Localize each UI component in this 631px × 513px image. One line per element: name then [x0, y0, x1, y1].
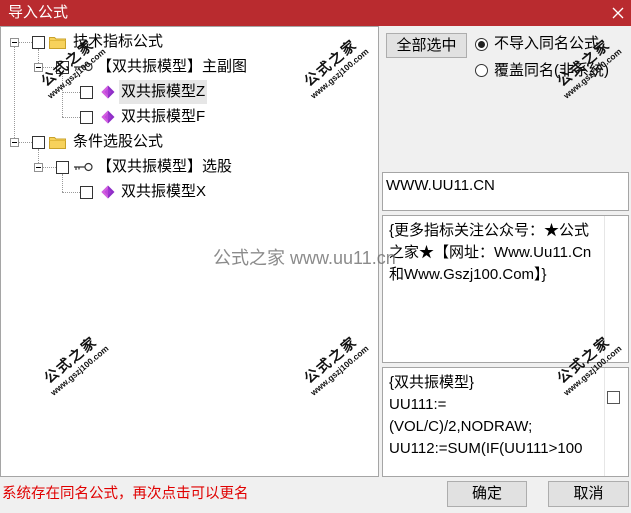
skip-duplicate-radio-label[interactable]: 不导入同名公式: [494, 34, 599, 54]
source-line: {双共振模型}: [389, 374, 475, 391]
collapse-toggle-icon[interactable]: [10, 38, 19, 47]
overwrite-duplicate-radio[interactable]: [475, 64, 488, 77]
collapse-toggle-icon[interactable]: [34, 163, 43, 172]
tree-node-checkbox[interactable]: [80, 111, 93, 124]
folder-icon: [49, 35, 66, 49]
source-text: {双共振模型} UU111:= (VOL/C)/2,NODRAW; UU112:…: [389, 372, 582, 460]
description-line: 和Www.Gszj100.Com】}: [389, 266, 547, 283]
tree-node-checkbox[interactable]: [32, 136, 45, 149]
tree-node-dual-resonance-main-sub-chart[interactable]: 【双共振模型】主副图: [1, 55, 376, 79]
tree-node-label[interactable]: 技术指标公式: [71, 30, 165, 54]
description-scrollbar[interactable]: [604, 216, 628, 362]
diamond-icon: [101, 110, 115, 124]
close-icon[interactable]: [611, 6, 625, 20]
website-field[interactable]: WWW.UU11.CN: [382, 172, 629, 211]
status-message: 系统存在同名公式，再次点击可以更名: [2, 486, 249, 502]
tree-node-label[interactable]: 【双共振模型】选股: [95, 155, 234, 179]
tree-node-label[interactable]: 双共振模型F: [119, 105, 207, 129]
tree-node-checkbox[interactable]: [80, 186, 93, 199]
tree-node-checkbox[interactable]: [56, 161, 69, 174]
diamond-icon: [101, 185, 115, 199]
description-line: {更多指标关注公众号：★公式: [389, 222, 590, 239]
source-line: UU112:=SUM(IF(UU111>100: [389, 440, 583, 457]
source-scrollbar[interactable]: [604, 368, 628, 476]
tree-node-dual-resonance-z[interactable]: 双共振模型Z: [1, 80, 376, 104]
tree-node-dual-resonance-x[interactable]: 双共振模型X: [1, 180, 376, 204]
tree-node-condition-stock-selection-formulas[interactable]: 条件选股公式: [1, 130, 376, 154]
ok-button[interactable]: 确定: [447, 481, 527, 507]
overwrite-duplicate-radio-label[interactable]: 覆盖同名(非系统): [494, 61, 609, 81]
description-line: 之家★【网址：Www.Uu11.Cn: [389, 244, 592, 261]
tree-node-checkbox[interactable]: [80, 86, 93, 99]
tree-node-label[interactable]: 【双共振模型】主副图: [95, 55, 249, 79]
tree-node-label[interactable]: 双共振模型Z: [119, 80, 208, 104]
select-all-button[interactable]: 全部选中: [386, 33, 467, 58]
collapse-toggle-icon[interactable]: [34, 63, 43, 72]
skip-duplicate-radio[interactable]: [475, 38, 488, 51]
diamond-icon: [101, 85, 115, 99]
tree-node-label[interactable]: 条件选股公式: [71, 130, 165, 154]
tree-node-technical-indicator-formulas[interactable]: 技术指标公式: [1, 30, 376, 54]
formula-description-area[interactable]: {更多指标关注公众号：★公式 之家★【网址：Www.Uu11.Cn 和Www.G…: [382, 215, 629, 363]
title-bar[interactable]: 导入公式: [0, 0, 631, 26]
source-line: (VOL/C)/2,NODRAW;: [389, 418, 533, 435]
website-field-value: WWW.UU11.CN: [386, 177, 495, 194]
collapse-toggle-icon[interactable]: [10, 138, 19, 147]
import-formula-dialog: 导入公式 技术指标公式 【双共振模型】主副图 双共振模型Z 双共振模型F 条件选…: [0, 0, 631, 513]
tree-node-label[interactable]: 双共振模型X: [119, 180, 208, 204]
source-line: UU111:=: [389, 396, 447, 413]
cancel-button[interactable]: 取消: [548, 481, 629, 507]
folder-icon: [49, 135, 66, 149]
formula-tree[interactable]: 技术指标公式 【双共振模型】主副图 双共振模型Z 双共振模型F 条件选股公式 【…: [0, 26, 379, 477]
formula-source-area[interactable]: {双共振模型} UU111:= (VOL/C)/2,NODRAW; UU112:…: [382, 367, 629, 477]
tree-node-checkbox[interactable]: [56, 61, 69, 74]
key-icon: [73, 160, 94, 174]
tree-node-dual-resonance-f[interactable]: 双共振模型F: [1, 105, 376, 129]
tree-node-dual-resonance-selection[interactable]: 【双共振模型】选股: [1, 155, 376, 179]
source-option-checkbox[interactable]: [607, 391, 620, 404]
tree-node-checkbox[interactable]: [32, 36, 45, 49]
key-icon: [73, 60, 94, 74]
window-title: 导入公式: [8, 4, 69, 21]
description-text: {更多指标关注公众号：★公式 之家★【网址：Www.Uu11.Cn 和Www.G…: [389, 220, 591, 286]
